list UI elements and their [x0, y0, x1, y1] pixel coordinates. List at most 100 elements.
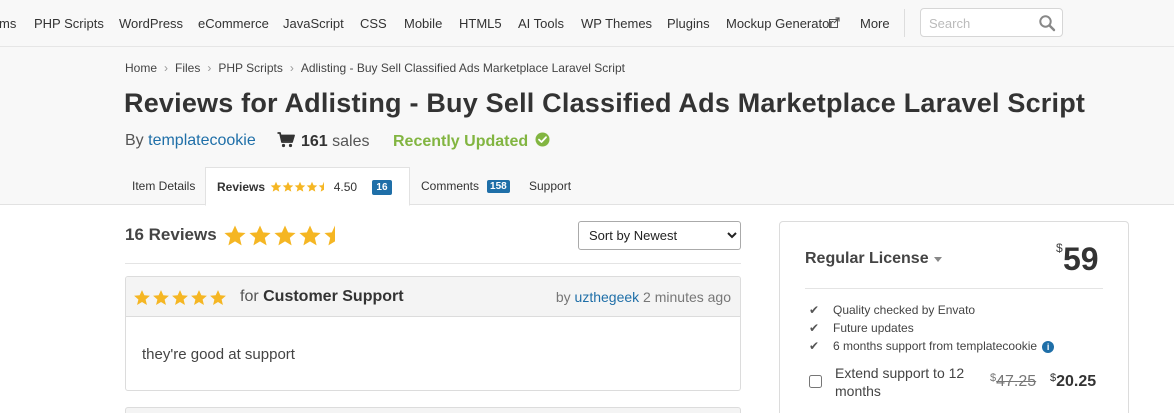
nav-item-mockup-generator[interactable]: Mockup Generator: [726, 16, 834, 31]
star-icon: [323, 224, 347, 253]
star-icon: [306, 181, 318, 196]
breadcrumb-php-scripts[interactable]: PHP Scripts: [218, 61, 282, 75]
nav-item-plugins[interactable]: Plugins: [667, 16, 710, 31]
price-currency: $: [1056, 241, 1063, 255]
nav-item-ms[interactable]: ms: [0, 16, 16, 31]
nav-item-ecommerce[interactable]: eCommerce: [198, 16, 269, 31]
star-icon: [190, 289, 208, 312]
star-icon: [133, 289, 151, 312]
check-icon: ✔: [809, 303, 820, 317]
tab-rating-value: 4.50: [333, 180, 358, 194]
tab-item-details[interactable]: Item Details: [132, 167, 195, 205]
check-circle-icon: [535, 132, 550, 152]
star-icon: [270, 181, 282, 196]
chevron-right-icon: ›: [164, 61, 169, 75]
review-author: by uzthegeek 2 minutes ago: [556, 289, 731, 305]
tab-support[interactable]: Support: [529, 167, 571, 205]
star-icon: [273, 224, 297, 253]
divider: [805, 288, 1103, 289]
author-prefix: By: [125, 132, 144, 149]
breadcrumb-home[interactable]: Home: [125, 61, 157, 75]
star-icon: [171, 289, 189, 312]
feature-future-updates: ✔ Future updates: [809, 321, 914, 335]
comments-count-badge: 158: [487, 180, 510, 193]
star-icon: [152, 289, 170, 312]
breadcrumb-files[interactable]: Files: [175, 61, 200, 75]
chevron-right-icon: ›: [289, 61, 294, 75]
sales-label: sales: [332, 133, 370, 150]
star-icon: [282, 181, 294, 196]
tab-comments-label: Comments: [421, 179, 480, 193]
sort-dropdown[interactable]: Sort by Newest: [578, 221, 741, 250]
item-header: Home › Files › PHP Scripts › Adlisting - Buy S…: [0, 47, 1174, 206]
nav-item-wordpress[interactable]: WordPress: [119, 16, 183, 31]
sales-number: 161: [301, 133, 328, 150]
old-price: $47.25: [990, 372, 1036, 391]
review-time: 2 minutes ago: [643, 289, 731, 305]
feature-label: 6 months support from templatecookie: [833, 339, 1038, 353]
extend-price: $20.25: [1050, 372, 1096, 391]
review-card-next: [125, 407, 741, 413]
nav-item-wp-themes[interactable]: WP Themes: [581, 16, 652, 31]
caret-down-icon[interactable]: [934, 257, 942, 262]
review-card: for Customer Support by uzthegeek 2 minu…: [125, 276, 741, 391]
reviews-count-label: 16 Reviews: [125, 224, 217, 244]
license-panel: Regular License $ 59 ✔ Quality checked by…: [779, 221, 1129, 413]
review-card-header: for Customer Support by uzthegeek 2 minu…: [126, 277, 740, 317]
nav-item-css[interactable]: CSS: [360, 16, 387, 31]
tab-comments[interactable]: Comments 158: [421, 167, 510, 205]
feature-quality-checked: ✔ Quality checked by Envato: [809, 303, 975, 317]
external-link-icon: [829, 16, 840, 31]
reviews-rating-stars: [223, 224, 348, 253]
breadcrumb: Home › Files › PHP Scripts › Adlisting - Buy S…: [125, 61, 625, 75]
recently-updated-badge: Recently Updated: [393, 132, 550, 152]
search-icon[interactable]: [1038, 14, 1056, 32]
feature-support: ✔ 6 months support from templatecookie i: [809, 339, 1055, 353]
nav-item-mobile[interactable]: Mobile: [404, 16, 442, 31]
review-text: they're good at support: [142, 346, 295, 363]
feature-label: Quality checked by Envato: [833, 303, 976, 317]
author-byline: By templatecookie: [125, 132, 256, 150]
extend-support-checkbox[interactable]: [809, 375, 822, 388]
divider: [125, 263, 741, 264]
nav-item-ai-tools[interactable]: AI Tools: [518, 16, 564, 31]
star-icon: [209, 289, 227, 312]
review-by-prefix: by: [555, 289, 571, 305]
page-title: Reviews for Adlisting - Buy Sell Classif…: [124, 88, 1086, 118]
tab-rating-stars: [270, 181, 330, 196]
nav-item-html5[interactable]: HTML5: [459, 16, 502, 31]
nav-item-php-scripts[interactable]: PHP Scripts: [34, 16, 104, 31]
star-icon: [223, 224, 247, 253]
top-nav: ms PHP Scripts WordPress eCommerce JavaScrip…: [0, 0, 1174, 47]
extend-support-label[interactable]: Extend support to 12 months: [835, 364, 985, 400]
sales-count: 161 sales: [277, 132, 370, 153]
tab-reviews[interactable]: Reviews 4.50 16: [205, 167, 410, 206]
author-link[interactable]: templatecookie: [148, 132, 256, 149]
check-icon: ✔: [809, 339, 820, 353]
breadcrumb-current: Adlisting - Buy Sell Classified Ads Mark…: [300, 61, 625, 75]
search-input[interactable]: [929, 14, 1037, 32]
tab-reviews-label: Reviews: [217, 180, 266, 194]
nav-divider: [904, 9, 905, 37]
review-username[interactable]: uzthegeek: [575, 289, 640, 305]
chevron-right-icon: ›: [207, 61, 212, 75]
star-icon: [248, 224, 272, 253]
star-icon: [298, 224, 322, 253]
info-icon[interactable]: i: [1042, 341, 1055, 353]
review-category: for Customer Support: [240, 288, 404, 306]
nav-item-javascript[interactable]: JavaScript: [283, 16, 344, 31]
recently-updated-label: Recently Updated: [393, 133, 529, 150]
reviews-count-badge: 16: [372, 180, 392, 195]
license-price: 59: [1063, 241, 1099, 277]
feature-label: Future updates: [833, 321, 914, 335]
nav-item-more[interactable]: More: [860, 16, 890, 31]
cart-icon: [277, 132, 295, 153]
review-for-prefix: for: [240, 288, 259, 305]
search-box[interactable]: [920, 8, 1063, 37]
reviews-heading: 16 Reviews: [125, 224, 348, 253]
star-icon: [294, 181, 306, 196]
check-icon: ✔: [809, 321, 820, 335]
license-selector[interactable]: Regular License: [805, 250, 929, 268]
extend-price-amount: 20.25: [1056, 373, 1097, 390]
old-price-amount: 47.25: [996, 373, 1037, 390]
